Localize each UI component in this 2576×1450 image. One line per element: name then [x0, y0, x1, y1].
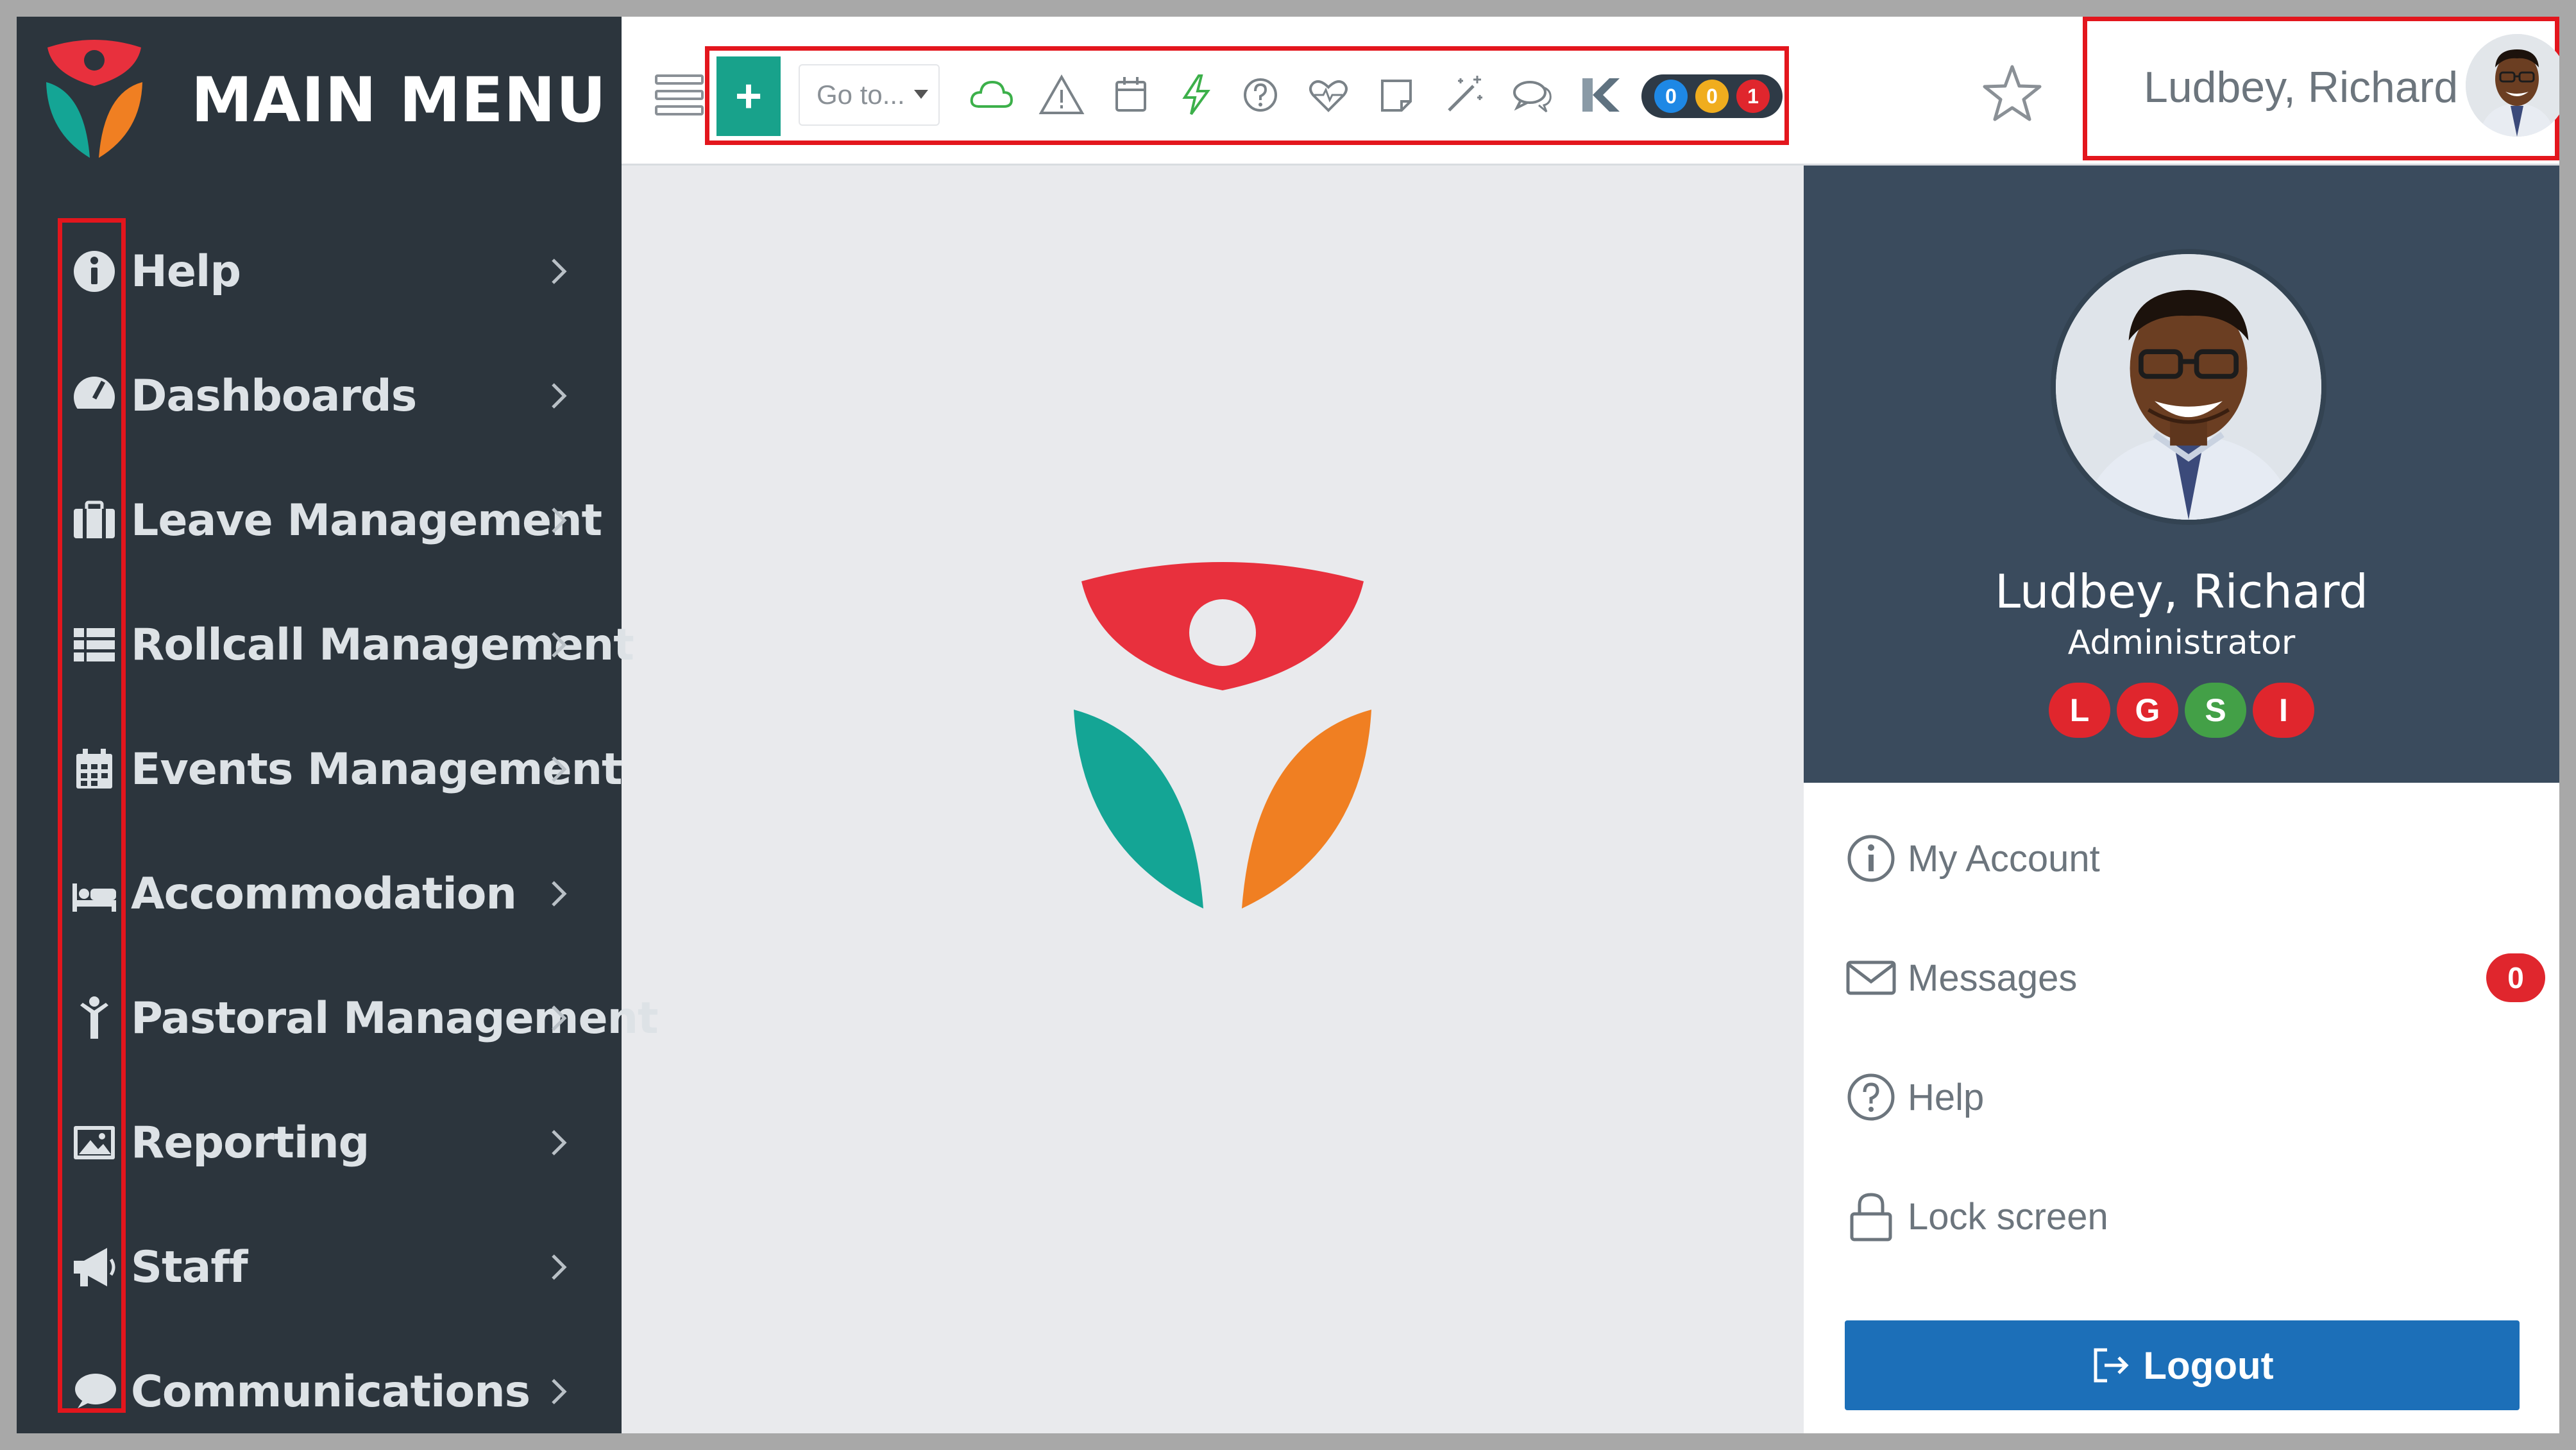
- sidebar-item-label: Communications: [131, 1366, 530, 1417]
- profile-panel: Ludbey, Richard Administrator L G S I My…: [1804, 166, 2559, 1433]
- calendar-icon: [67, 742, 122, 797]
- main-menu-title: MAIN MENU: [191, 64, 607, 136]
- sidebar-item-label: Staff: [131, 1241, 248, 1293]
- add-button[interactable]: +: [716, 56, 781, 136]
- profile-header: Ludbey, Richard Administrator L G S I: [1804, 166, 2559, 783]
- sidebar: MAIN MENU Help Dashboards Leave Manageme…: [17, 17, 659, 1433]
- envelope-icon: [1842, 949, 1900, 1007]
- question-circle-icon: [1842, 1068, 1900, 1126]
- counter-blue: 0: [1654, 80, 1688, 113]
- gauge-icon: [67, 368, 122, 423]
- chevron-right-icon: [543, 750, 575, 789]
- chevron-right-icon: [543, 501, 575, 540]
- question-icon[interactable]: [1237, 72, 1284, 118]
- brand: MAIN MENU: [40, 30, 607, 171]
- lock-icon: [1842, 1188, 1900, 1245]
- messages-count-badge: 0: [2486, 953, 2545, 1002]
- sidebar-item-label: Pastoral Management: [131, 993, 659, 1044]
- info-circle-icon: [1842, 830, 1900, 887]
- speech-bubble-icon: [67, 1364, 122, 1419]
- top-bar: + Go to... 0 0 1 Ludbey, Richard: [622, 17, 2559, 166]
- briefcase-icon: [67, 493, 122, 548]
- sidebar-item-dashboards[interactable]: Dashboards: [17, 341, 622, 450]
- user-menu-toggle[interactable]: Ludbey, Richard: [2083, 17, 2559, 160]
- sidebar-item-help[interactable]: Help: [17, 217, 622, 326]
- info-circle-icon: [67, 244, 122, 299]
- app-window: MAIN MENU Help Dashboards Leave Manageme…: [17, 17, 2559, 1433]
- profile-name: Ludbey, Richard: [1995, 565, 2368, 618]
- heartbeat-icon[interactable]: [1305, 72, 1352, 118]
- lightning-icon[interactable]: [1173, 72, 1219, 118]
- chevron-right-icon: [543, 377, 575, 415]
- sidebar-item-rollcall-management[interactable]: Rollcall Management: [17, 590, 634, 699]
- chevron-right-icon: [543, 1248, 575, 1286]
- sidebar-item-pastoral-management[interactable]: Pastoral Management: [17, 964, 659, 1073]
- badge-s: S: [2185, 683, 2246, 738]
- brand-logo-icon: [46, 40, 142, 158]
- k-logo-icon[interactable]: [1577, 72, 1623, 118]
- lock-screen-link[interactable]: Lock screen: [1842, 1178, 2522, 1255]
- profile-role: Administrator: [2067, 624, 2296, 662]
- person-icon: [67, 991, 122, 1046]
- note-icon[interactable]: [1373, 72, 1419, 118]
- sidebar-item-events-management[interactable]: Events Management: [17, 715, 622, 824]
- chat-icon[interactable]: [1509, 72, 1555, 118]
- star-icon[interactable]: [1980, 62, 2044, 126]
- profile-avatar: [2051, 249, 2326, 525]
- chevron-right-icon: [543, 999, 575, 1037]
- image-icon: [67, 1115, 122, 1170]
- chevron-right-icon: [543, 874, 575, 913]
- warning-icon[interactable]: [1038, 72, 1085, 118]
- sidebar-item-accommodation[interactable]: Accommodation: [17, 839, 622, 948]
- my-account-link[interactable]: My Account: [1842, 820, 2522, 897]
- counter-red: 1: [1736, 80, 1770, 113]
- user-name: Ludbey, Richard: [2144, 63, 2459, 112]
- magic-wand-icon[interactable]: [1441, 72, 1487, 118]
- chevron-right-icon: [543, 1123, 575, 1162]
- goto-placeholder: Go to...: [817, 80, 905, 110]
- sidebar-item-label: Reporting: [131, 1117, 369, 1168]
- help-label: Help: [1908, 1076, 1985, 1118]
- sidebar-item-label: Accommodation: [131, 868, 517, 919]
- megaphone-icon: [67, 1240, 122, 1295]
- avatar: [2466, 34, 2559, 137]
- goto-dropdown[interactable]: Go to...: [799, 64, 940, 126]
- badge-i: I: [2253, 683, 2314, 738]
- sidebar-item-leave-management[interactable]: Leave Management: [17, 466, 622, 575]
- sidebar-item-staff[interactable]: Staff: [17, 1213, 622, 1322]
- logout-button[interactable]: Logout: [1845, 1320, 2520, 1410]
- caret-down-icon: [914, 90, 928, 99]
- notification-counters[interactable]: 0 0 1: [1641, 74, 1783, 118]
- sidebar-item-label: Help: [131, 246, 241, 297]
- chevron-right-icon: [543, 1372, 575, 1411]
- calendar-icon[interactable]: [1108, 72, 1154, 118]
- sidebar-item-label: Leave Management: [131, 495, 602, 546]
- center-logo-icon: [1074, 562, 1371, 908]
- my-account-label: My Account: [1908, 837, 2100, 880]
- cloud-icon[interactable]: [968, 72, 1014, 118]
- sidebar-item-label: Dashboards: [131, 370, 417, 422]
- lock-screen-label: Lock screen: [1908, 1195, 2108, 1238]
- chevron-right-icon: [543, 252, 575, 291]
- logout-label: Logout: [2143, 1343, 2274, 1387]
- sidebar-item-communications[interactable]: Communications: [17, 1337, 622, 1433]
- counter-yellow: 0: [1695, 80, 1729, 113]
- messages-label: Messages: [1908, 957, 2078, 999]
- badge-g: G: [2117, 683, 2178, 738]
- messages-link[interactable]: Messages 0: [1842, 939, 2545, 1016]
- hamburger-menu-icon[interactable]: [654, 69, 705, 121]
- badge-l: L: [2049, 683, 2110, 738]
- bed-icon: [67, 866, 122, 921]
- sidebar-item-reporting[interactable]: Reporting: [17, 1088, 622, 1197]
- role-badges: L G S I: [1804, 683, 2559, 738]
- help-link[interactable]: Help: [1842, 1059, 2522, 1136]
- sign-out-icon: [2094, 1348, 2129, 1383]
- chevron-right-icon: [543, 626, 575, 664]
- list-icon: [67, 617, 122, 672]
